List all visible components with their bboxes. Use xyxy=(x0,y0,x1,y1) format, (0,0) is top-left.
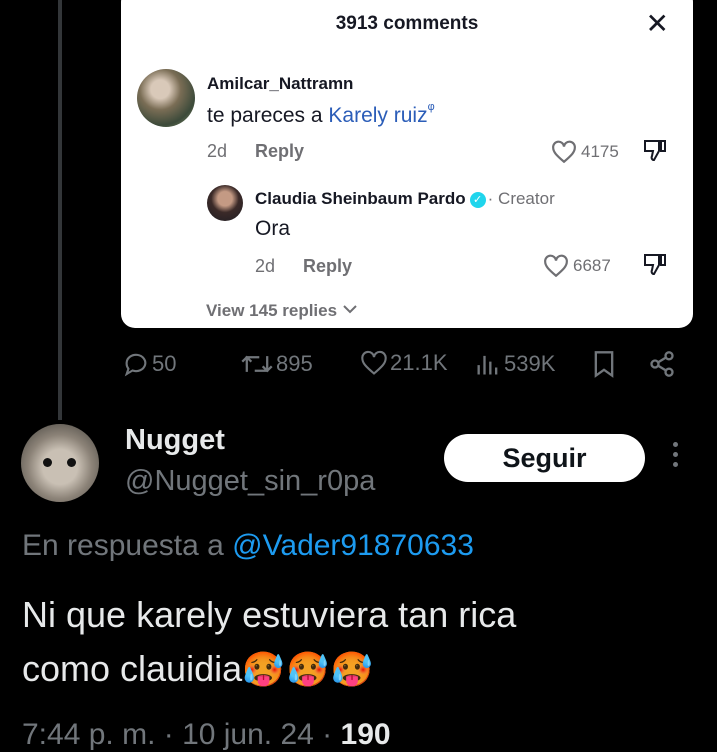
tweet-text: Ni que karely estuviera tan rica como cl… xyxy=(22,588,702,697)
follow-button[interactable]: Seguir xyxy=(444,434,645,482)
share-action[interactable] xyxy=(648,350,676,378)
view-replies-text: View 145 replies xyxy=(206,301,338,320)
avatar-eye xyxy=(67,458,76,467)
repost-count: 895 xyxy=(276,351,313,376)
comment-count: 3913 comments xyxy=(335,13,479,34)
hot-face-emoji: 🥵🥵🥵 xyxy=(242,651,376,689)
tweet-text-line: como clauidia🥵🥵🥵 xyxy=(22,642,702,697)
comment-username: Amilcar_Nattramn xyxy=(207,74,354,93)
repost-action[interactable]: 895 xyxy=(240,350,313,378)
embedded-screenshot[interactable]: 3913 comments ✕ Amilcar_Nattramn te pare… xyxy=(121,0,693,328)
tweet-text-line: Ni que karely estuviera tan rica xyxy=(22,594,517,635)
reply-icon xyxy=(124,353,147,377)
reply-text: Ora xyxy=(255,217,291,240)
reply-username-text: Claudia Sheinbaum Pardo xyxy=(255,189,466,208)
views-action[interactable]: 539K xyxy=(474,350,555,378)
share-icon xyxy=(650,351,674,377)
reply-meta: 2d Reply xyxy=(255,256,352,277)
reply-likes: 6687 xyxy=(543,254,611,278)
reply-like-count: 6687 xyxy=(573,256,611,275)
reply-context: En respuesta a @Vader91870633 xyxy=(22,529,474,563)
view-replies-link: View 145 replies xyxy=(206,301,358,321)
like-count: 21.1K xyxy=(390,350,448,375)
views-icon xyxy=(477,355,498,375)
tweet-actions: 50 895 21.1K 539K xyxy=(0,350,717,386)
comment-meta: 2d Reply xyxy=(207,141,304,162)
user-handle[interactable]: @Nugget_sin_r0pa xyxy=(125,465,375,498)
search-icon: ᵠ xyxy=(427,101,435,118)
heart-icon xyxy=(544,254,568,278)
avatar-eye xyxy=(43,458,52,467)
dislike-icon xyxy=(644,140,666,162)
creator-badge: · Creator xyxy=(487,189,555,208)
reply-age: 2d xyxy=(255,256,276,276)
tweet-view-count: 190 xyxy=(340,718,391,751)
comment-likes: 4175 xyxy=(551,140,619,164)
display-name[interactable]: Nugget xyxy=(125,424,225,457)
comment-mention: Karely ruiz xyxy=(328,104,428,127)
avatar xyxy=(207,185,243,221)
tweet-text-line2: como clauidia xyxy=(22,648,243,689)
chevron-down-icon xyxy=(343,305,357,314)
comment-text: te pareces a Karely ruizᵠ xyxy=(207,101,435,128)
comment-like-count: 4175 xyxy=(581,142,619,161)
dislike-icon xyxy=(644,254,666,276)
tweet-timestamp[interactable]: 7:44 p. m. · 10 jun. 24 · xyxy=(22,718,341,751)
bookmark-action[interactable] xyxy=(592,350,616,378)
heart-icon xyxy=(361,350,387,375)
comment-age: 2d xyxy=(207,141,228,161)
close-icon: ✕ xyxy=(645,8,669,39)
avatar[interactable] xyxy=(21,424,99,502)
like-action[interactable]: 21.1K xyxy=(360,350,448,376)
reply-to-link[interactable]: @Vader91870633 xyxy=(232,529,474,562)
reply-action[interactable]: 50 xyxy=(122,350,176,378)
avatar xyxy=(137,69,195,127)
reply-username: Claudia Sheinbaum Pardo ✓ · Creator xyxy=(255,189,555,209)
views-count: 539K xyxy=(504,351,556,376)
comment-text-prefix: te pareces a xyxy=(207,104,329,127)
comment-reply-link: Reply xyxy=(255,141,305,161)
reply-count: 50 xyxy=(152,351,177,376)
more-options-icon[interactable] xyxy=(668,442,682,474)
reply-prefix: En respuesta a xyxy=(22,529,233,562)
repost-icon xyxy=(241,355,273,373)
tweet-footer: 7:44 p. m. · 10 jun. 24 · 190 xyxy=(22,718,391,752)
heart-icon xyxy=(552,140,576,164)
bookmark-icon xyxy=(594,351,614,378)
verified-icon: ✓ xyxy=(469,192,486,208)
reply-reply-link: Reply xyxy=(303,256,353,276)
